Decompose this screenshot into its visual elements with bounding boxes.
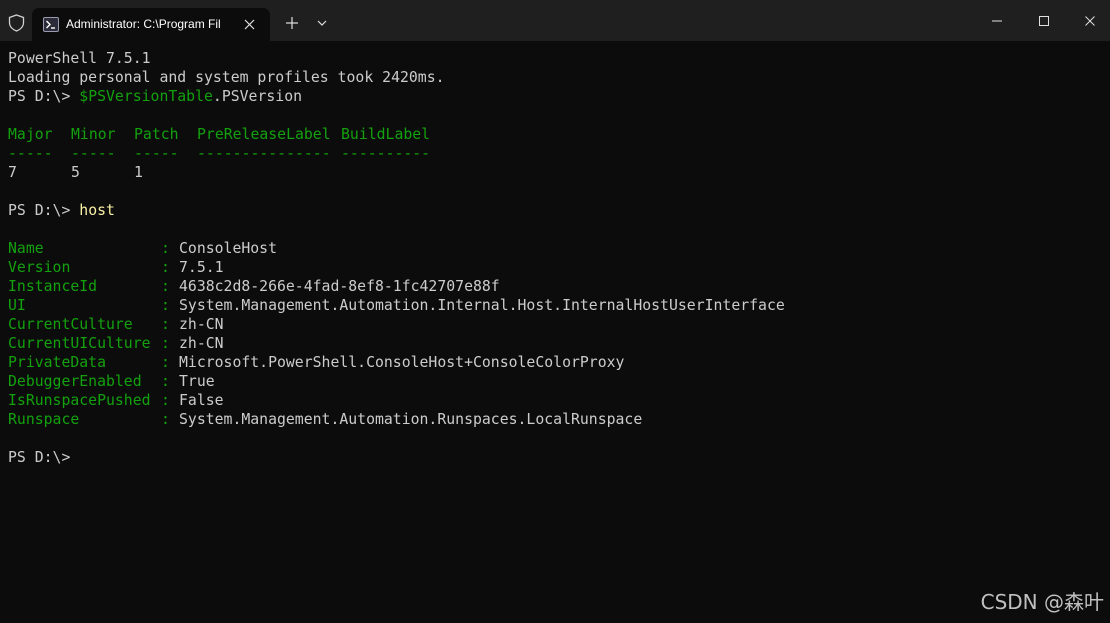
property-name: Version: [8, 259, 71, 276]
property-separator: :: [161, 297, 170, 314]
property-value: True: [179, 373, 215, 390]
table-header: BuildLabel: [341, 126, 431, 143]
property-value: zh-CN: [179, 316, 224, 333]
property-separator: :: [161, 259, 170, 276]
property-separator: :: [161, 316, 170, 333]
prompt: PS D:\>: [8, 88, 80, 105]
command-line-1: PS D:\> $PSVersionTable.PSVersion: [8, 87, 1098, 106]
table-header: Minor: [71, 126, 116, 143]
close-window-button[interactable]: [1067, 0, 1110, 41]
property-row: UI: System.Management.Automation.Internal…: [8, 296, 1098, 315]
table-header-row: Major Minor Patch PreReleaseLabel BuildL…: [8, 125, 1098, 144]
property-value: zh-CN: [179, 335, 224, 352]
banner-profiles: Loading personal and system profiles too…: [8, 69, 445, 86]
table-divider: -----: [71, 145, 116, 162]
prompt: PS D:\>: [8, 449, 80, 466]
maximize-button[interactable]: [1021, 0, 1067, 41]
prompt: PS D:\>: [8, 202, 80, 219]
table-cell: 5: [71, 164, 80, 181]
title-bar: Administrator: C:\Program Fil: [0, 0, 1110, 41]
plus-icon[interactable]: [282, 13, 302, 33]
property-row: Name: ConsoleHost: [8, 239, 1098, 258]
shield-icon: [8, 14, 25, 32]
chevron-down-icon[interactable]: [312, 13, 332, 33]
property-name: DebuggerEnabled: [8, 373, 142, 390]
property-name: CurrentCulture: [8, 316, 133, 333]
minimize-icon: [992, 20, 1002, 22]
table-divider: -----: [8, 145, 53, 162]
host-properties-list: Name: ConsoleHost Version:7.5.1 InstanceI…: [8, 239, 1098, 429]
table-header: Patch: [134, 126, 179, 143]
property-separator: :: [161, 354, 170, 371]
property-name: IsRunspacePushed: [8, 392, 151, 409]
terminal-output[interactable]: PowerShell 7.5.1 Loading personal and sy…: [8, 49, 1098, 609]
property-value: System.Management.Automation.Runspaces.L…: [179, 411, 643, 428]
maximize-icon: [1039, 16, 1049, 26]
property-value: 7.5.1: [179, 259, 224, 276]
table-divider: ---------------: [197, 145, 331, 162]
property-row: IsRunspacePushed: False: [8, 391, 1098, 410]
terminal-window: Administrator: C:\Program Fil PowerShell…: [0, 0, 1110, 623]
property-name: Name: [8, 240, 44, 257]
property-name: CurrentUICulture: [8, 335, 151, 352]
property-row: DebuggerEnabled: True: [8, 372, 1098, 391]
property-separator: :: [161, 392, 170, 409]
banner-version: PowerShell 7.5.1: [8, 50, 151, 67]
tab-title: Administrator: C:\Program Fil: [66, 17, 221, 31]
close-icon[interactable]: [243, 18, 256, 31]
minimize-button[interactable]: [974, 0, 1020, 41]
table-header: PreReleaseLabel: [197, 126, 331, 143]
command-line-3: PS D:\>: [8, 448, 1098, 467]
tab-powershell[interactable]: Administrator: C:\Program Fil: [32, 8, 270, 41]
close-icon: [1085, 16, 1095, 26]
powershell-icon: [43, 17, 59, 32]
command-variable: $PSVersionTable: [79, 88, 213, 105]
watermark: CSDN @森叶: [980, 590, 1104, 614]
table-divider: ----------: [341, 145, 431, 162]
property-separator: :: [161, 335, 170, 352]
property-value: False: [179, 392, 224, 409]
property-name: InstanceId: [8, 278, 98, 295]
property-separator: :: [161, 373, 170, 390]
property-separator: :: [161, 411, 170, 428]
property-row: InstanceId:4638c2d8-266e-4fad-8ef8-1fc42…: [8, 277, 1098, 296]
property-value: 4638c2d8-266e-4fad-8ef8-1fc42707e88f: [179, 278, 500, 295]
property-name: PrivateData: [8, 354, 106, 371]
table-header: Major: [8, 126, 53, 143]
table-cell: 7: [8, 164, 17, 181]
command-host: host: [79, 202, 115, 219]
table-cell: 1: [134, 164, 143, 181]
table-divider: -----: [134, 145, 179, 162]
property-row: Version:7.5.1: [8, 258, 1098, 277]
property-name: UI: [8, 297, 26, 314]
property-value: Microsoft.PowerShell.ConsoleHost+Console…: [179, 354, 625, 371]
property-separator: :: [161, 240, 170, 257]
table-divider-row: ----- ----- ----- --------------- ------…: [8, 144, 1098, 163]
property-row: CurrentCulture: zh-CN: [8, 315, 1098, 334]
property-value: System.Management.Automation.Internal.Ho…: [179, 297, 785, 314]
property-row: Runspace: System.Management.Automation.Ru…: [8, 410, 1098, 429]
command-property: .PSVersion: [212, 88, 303, 105]
table-value-row: 7 5 1: [8, 163, 1098, 182]
property-value: ConsoleHost: [179, 240, 277, 257]
property-separator: :: [161, 278, 170, 295]
property-name: Runspace: [8, 411, 80, 428]
property-row: CurrentUICulture: zh-CN: [8, 334, 1098, 353]
command-line-2: PS D:\> host: [8, 201, 1098, 220]
property-row: PrivateData: Microsoft.PowerShell.Console…: [8, 353, 1098, 372]
